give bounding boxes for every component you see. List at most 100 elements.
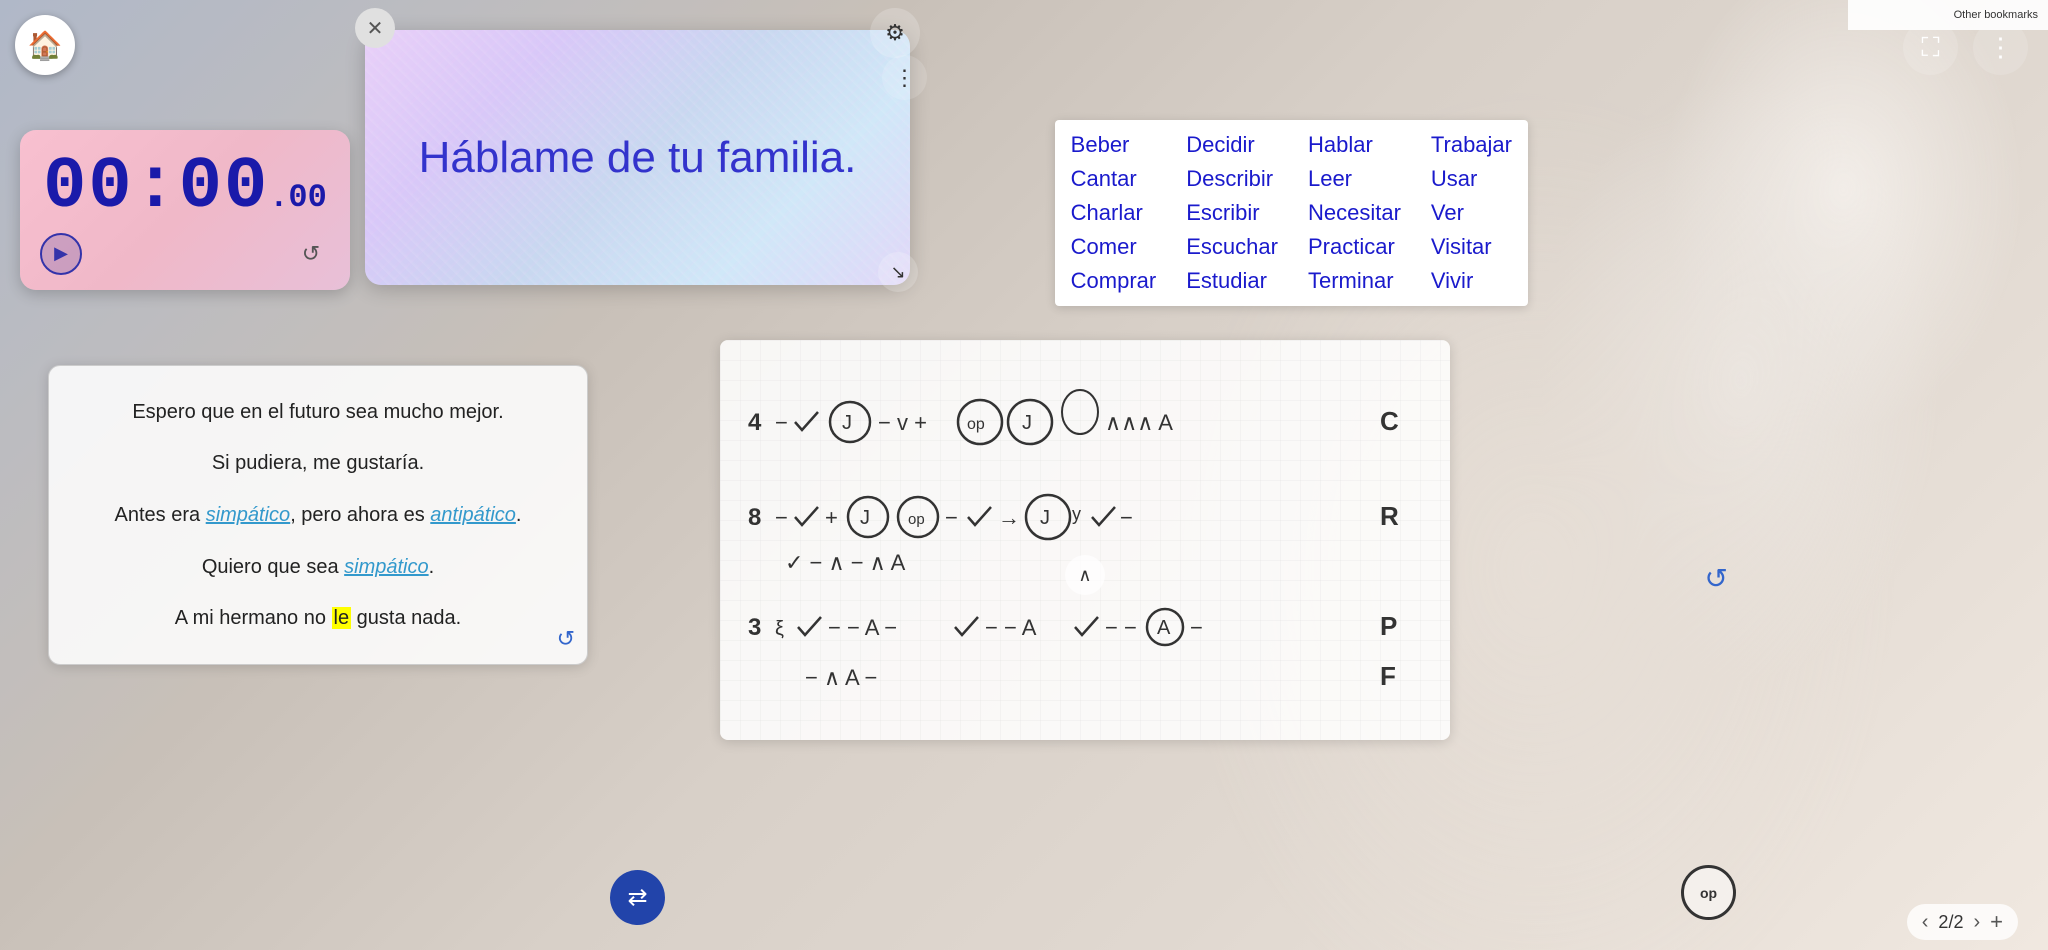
italic-link-antipatico: antipático (430, 504, 516, 526)
svg-text:∧∧∧ A: ∧∧∧ A (1105, 410, 1173, 435)
svg-text:−: − (775, 505, 788, 530)
prev-icon: ‹ (1922, 911, 1929, 933)
verb-escribir[interactable]: Escribir (1186, 200, 1278, 226)
expand-button[interactable]: ↘ (878, 252, 918, 292)
svg-text:J: J (842, 412, 852, 434)
dots-icon: ⋮ (894, 65, 916, 91)
svg-text:R: R (1380, 501, 1399, 531)
verb-vivir[interactable]: Vivir (1431, 268, 1512, 294)
verb-ver[interactable]: Ver (1431, 200, 1512, 226)
close-button[interactable]: ✕ (355, 8, 395, 48)
reset-icon: ↺ (302, 241, 320, 267)
overflow-icon: ⋮ (1988, 32, 2014, 63)
svg-text:J: J (1040, 507, 1050, 529)
play-icon: ▶ (54, 243, 68, 264)
timer-main: 00:00 (43, 146, 269, 228)
italic-link-simpatico-2: simpático (344, 556, 428, 578)
highlight-le: le (332, 607, 352, 629)
shuffle-icon: ⇄ (627, 883, 647, 912)
page-indicator: 2/2 (1938, 912, 1963, 933)
svg-text:8: 8 (748, 504, 761, 531)
svg-text:op: op (967, 416, 985, 433)
svg-text:−: − (1190, 615, 1203, 640)
svg-text:4: 4 (748, 409, 762, 436)
svg-text:− −: − − (1105, 615, 1137, 640)
overflow-menu-button[interactable]: ⋮ (1973, 20, 2028, 75)
top-right-controls: ⛶ ⋮ (1903, 20, 2028, 75)
svg-text:+: + (825, 505, 838, 530)
verb-leer[interactable]: Leer (1308, 166, 1401, 192)
italic-link-simpatico-1: simpático (206, 504, 290, 526)
text-line-2: Si pudiera, me gustaría. (73, 449, 563, 477)
verb-estudiar[interactable]: Estudiar (1186, 268, 1278, 294)
verb-escuchar[interactable]: Escuchar (1186, 234, 1278, 260)
whiteboard[interactable]: 4 − J − v + op J ∧∧∧ A C 8 − + J op − → … (720, 340, 1450, 740)
svg-text:3: 3 (748, 614, 761, 641)
verb-terminar[interactable]: Terminar (1308, 268, 1401, 294)
verb-describir[interactable]: Describir (1186, 166, 1278, 192)
timer-display: 00:00 .00 (43, 146, 327, 228)
home-icon: 🏠 (28, 29, 63, 62)
text-line-5: A mi hermano no le gusta nada. (73, 604, 563, 632)
shuffle-button[interactable]: ⇄ (610, 870, 665, 925)
settings-button[interactable]: ⚙ (870, 8, 920, 58)
verb-cantar[interactable]: Cantar (1071, 166, 1157, 192)
svg-text:− − A: − − A (985, 615, 1037, 640)
svg-text:op: op (908, 511, 925, 528)
text-card-refresh-icon[interactable]: ↺ (557, 626, 575, 652)
svg-text:− ∧ A −: − ∧ A − (805, 665, 877, 690)
question-card: Háblame de tu familia. (365, 30, 910, 285)
svg-text:C: C (1380, 406, 1399, 436)
expand-icon: ↘ (890, 262, 905, 283)
refresh-icon: ↺ (1705, 563, 1728, 594)
svg-text:−: − (945, 505, 958, 530)
home-button[interactable]: 🏠 (15, 15, 75, 75)
svg-text:y: y (1072, 504, 1081, 524)
verb-trabajar[interactable]: Trabajar (1431, 132, 1512, 158)
verb-practicar[interactable]: Practicar (1308, 234, 1401, 260)
verb-charlar[interactable]: Charlar (1071, 200, 1157, 226)
up-chevron-icon: ∧ (1078, 565, 1091, 586)
verb-usar[interactable]: Usar (1431, 166, 1512, 192)
op-circle: op (1681, 865, 1736, 920)
op-label: op (1700, 885, 1717, 901)
text-card: Espero que en el futuro sea mucho mejor.… (48, 365, 588, 665)
verb-visitar[interactable]: Visitar (1431, 234, 1512, 260)
next-page-button[interactable]: › (1973, 911, 1980, 934)
prev-page-button[interactable]: ‹ (1922, 911, 1929, 934)
svg-text:ξ: ξ (775, 618, 784, 640)
text-line-1: Espero que en el futuro sea mucho mejor. (73, 398, 563, 426)
fullscreen-icon: ⛶ (1921, 32, 1939, 64)
pagination-control: ‹ 2/2 › + (1907, 904, 2018, 940)
svg-text:− v +: − v + (878, 410, 927, 435)
verb-necesitar[interactable]: Necesitar (1308, 200, 1401, 226)
whiteboard-scroll-up[interactable]: ∧ (1065, 555, 1105, 595)
question-text: Háblame de tu familia. (399, 113, 877, 203)
play-button[interactable]: ▶ (40, 233, 82, 275)
total-pages: 2 (1953, 912, 1963, 932)
verb-decidir[interactable]: Decidir (1186, 132, 1278, 158)
verb-beber[interactable]: Beber (1071, 132, 1157, 158)
text-line-4: Quiero que sea simpático. (73, 553, 563, 581)
svg-text:✓ − ∧ − ∧ A: ✓ − ∧ − ∧ A (785, 550, 906, 575)
fullscreen-button[interactable]: ⛶ (1903, 20, 1958, 75)
current-page: 2 (1938, 912, 1948, 932)
verb-comer[interactable]: Comer (1071, 234, 1157, 260)
svg-text:− − A −: − − A − (828, 615, 897, 640)
svg-text:→: → (998, 505, 1020, 530)
add-icon: + (1990, 909, 2003, 934)
next-icon: › (1973, 911, 1980, 933)
verb-comprar[interactable]: Comprar (1071, 268, 1157, 294)
svg-text:J: J (1022, 412, 1032, 434)
whiteboard-drawing: 4 − J − v + op J ∧∧∧ A C 8 − + J op − → … (720, 340, 1450, 740)
whiteboard-refresh-button[interactable]: ↺ (1705, 562, 1728, 595)
add-page-button[interactable]: + (1990, 909, 2003, 935)
gear-icon: ⚙ (885, 20, 905, 46)
card-menu-button[interactable]: ⋮ (882, 55, 927, 100)
close-icon: ✕ (367, 16, 384, 41)
verb-panel: Beber Decidir Hablar Trabajar Cantar Des… (1055, 120, 1528, 306)
timer-widget: 00:00 .00 ▶ ↺ (20, 130, 350, 290)
reset-button[interactable]: ↺ (292, 235, 330, 273)
svg-text:F: F (1380, 661, 1396, 691)
verb-hablar[interactable]: Hablar (1308, 132, 1401, 158)
